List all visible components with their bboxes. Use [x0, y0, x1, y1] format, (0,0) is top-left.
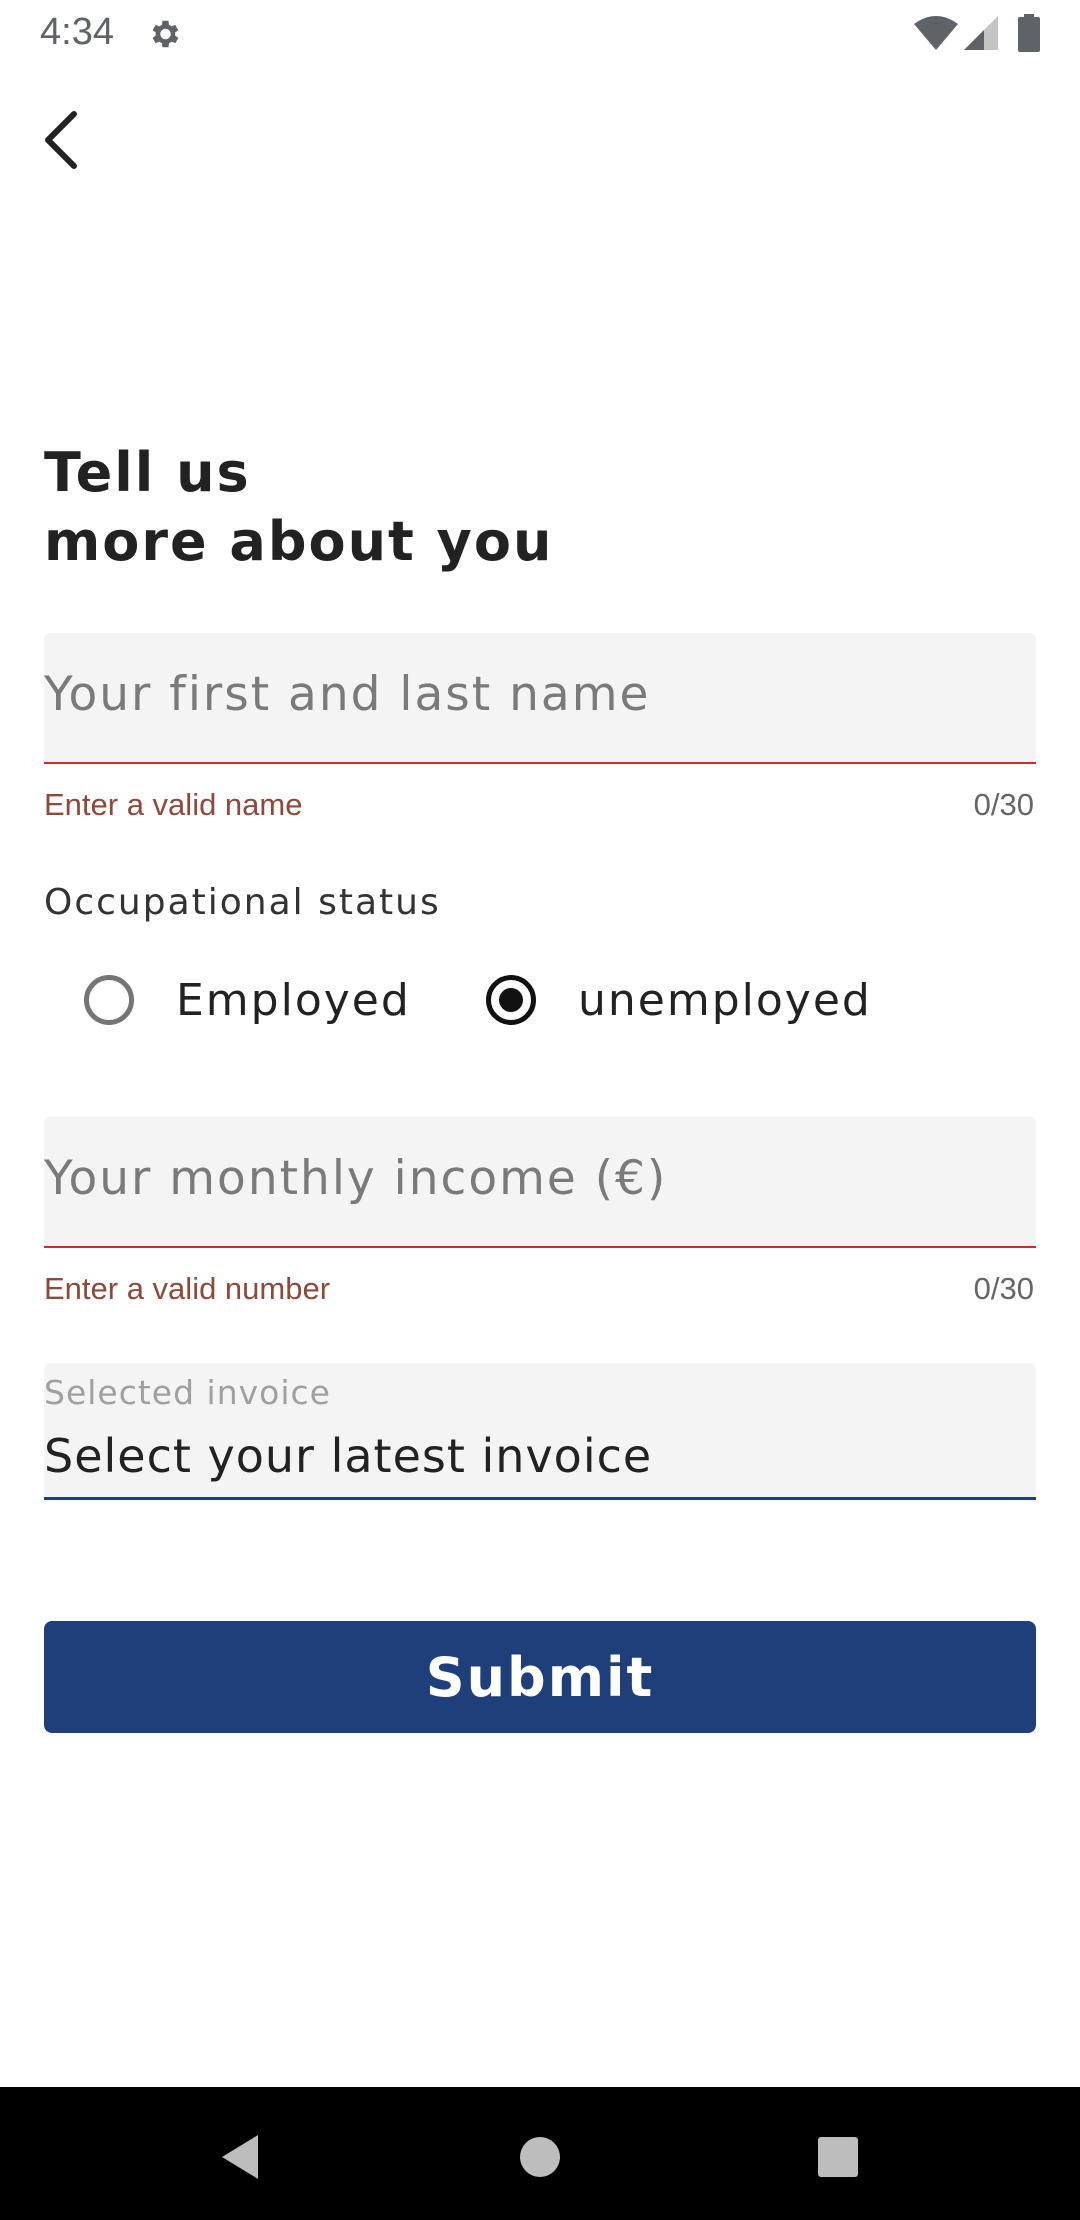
submit-button-label: Submit	[425, 1645, 655, 1709]
screen: 4:34 Tell us more about you Your first a…	[0, 0, 1080, 2220]
invoice-select-label: Selected invoice	[44, 1373, 331, 1412]
nav-recents-icon	[818, 2137, 858, 2177]
nav-back-button[interactable]	[200, 2117, 280, 2197]
status-time: 4:34	[40, 11, 114, 53]
name-input[interactable]: Your first and last name	[44, 633, 1036, 764]
system-nav-bar	[0, 2087, 1080, 2220]
nav-home-button[interactable]	[500, 2117, 580, 2197]
name-error-text: Enter a valid name	[44, 787, 303, 822]
name-helper-row: Enter a valid name 0/30	[44, 787, 1036, 827]
page-title: Tell us more about you	[44, 438, 944, 576]
invoice-select-value: Select your latest invoice	[44, 1429, 653, 1483]
income-error-text: Enter a valid number	[44, 1271, 331, 1306]
radio-unemployed-label: unemployed	[578, 974, 872, 1026]
signal-icon	[964, 16, 998, 50]
radio-unemployed[interactable]: unemployed	[486, 965, 872, 1035]
income-input-placeholder: Your monthly income (€)	[44, 1151, 668, 1206]
radio-checked-icon	[486, 975, 536, 1025]
radio-employed-label: Employed	[176, 974, 411, 1026]
name-char-counter: 0/30	[973, 787, 1034, 822]
battery-icon	[1018, 14, 1040, 52]
gear-icon	[152, 20, 179, 48]
nav-home-icon	[520, 2137, 560, 2177]
income-helper-row: Enter a valid number 0/30	[44, 1271, 1036, 1311]
radio-unchecked-icon	[84, 975, 134, 1025]
page-title-line1: Tell us	[44, 441, 251, 504]
income-char-counter: 0/30	[973, 1271, 1034, 1306]
submit-button[interactable]: Submit	[44, 1621, 1036, 1733]
back-button[interactable]	[20, 100, 100, 180]
wifi-icon	[914, 16, 958, 50]
status-bar: 4:34	[0, 0, 1080, 66]
chevron-left-icon	[45, 111, 77, 169]
name-input-placeholder: Your first and last name	[44, 667, 651, 722]
nav-recents-button[interactable]	[798, 2117, 878, 2197]
radio-employed[interactable]: Employed	[84, 965, 411, 1035]
income-input[interactable]: Your monthly income (€)	[44, 1117, 1036, 1248]
occupation-label: Occupational status	[44, 882, 441, 923]
invoice-select[interactable]: Selected invoice Select your latest invo…	[44, 1363, 1036, 1500]
page-title-line2: more about you	[44, 510, 554, 573]
nav-back-icon	[222, 2135, 258, 2179]
